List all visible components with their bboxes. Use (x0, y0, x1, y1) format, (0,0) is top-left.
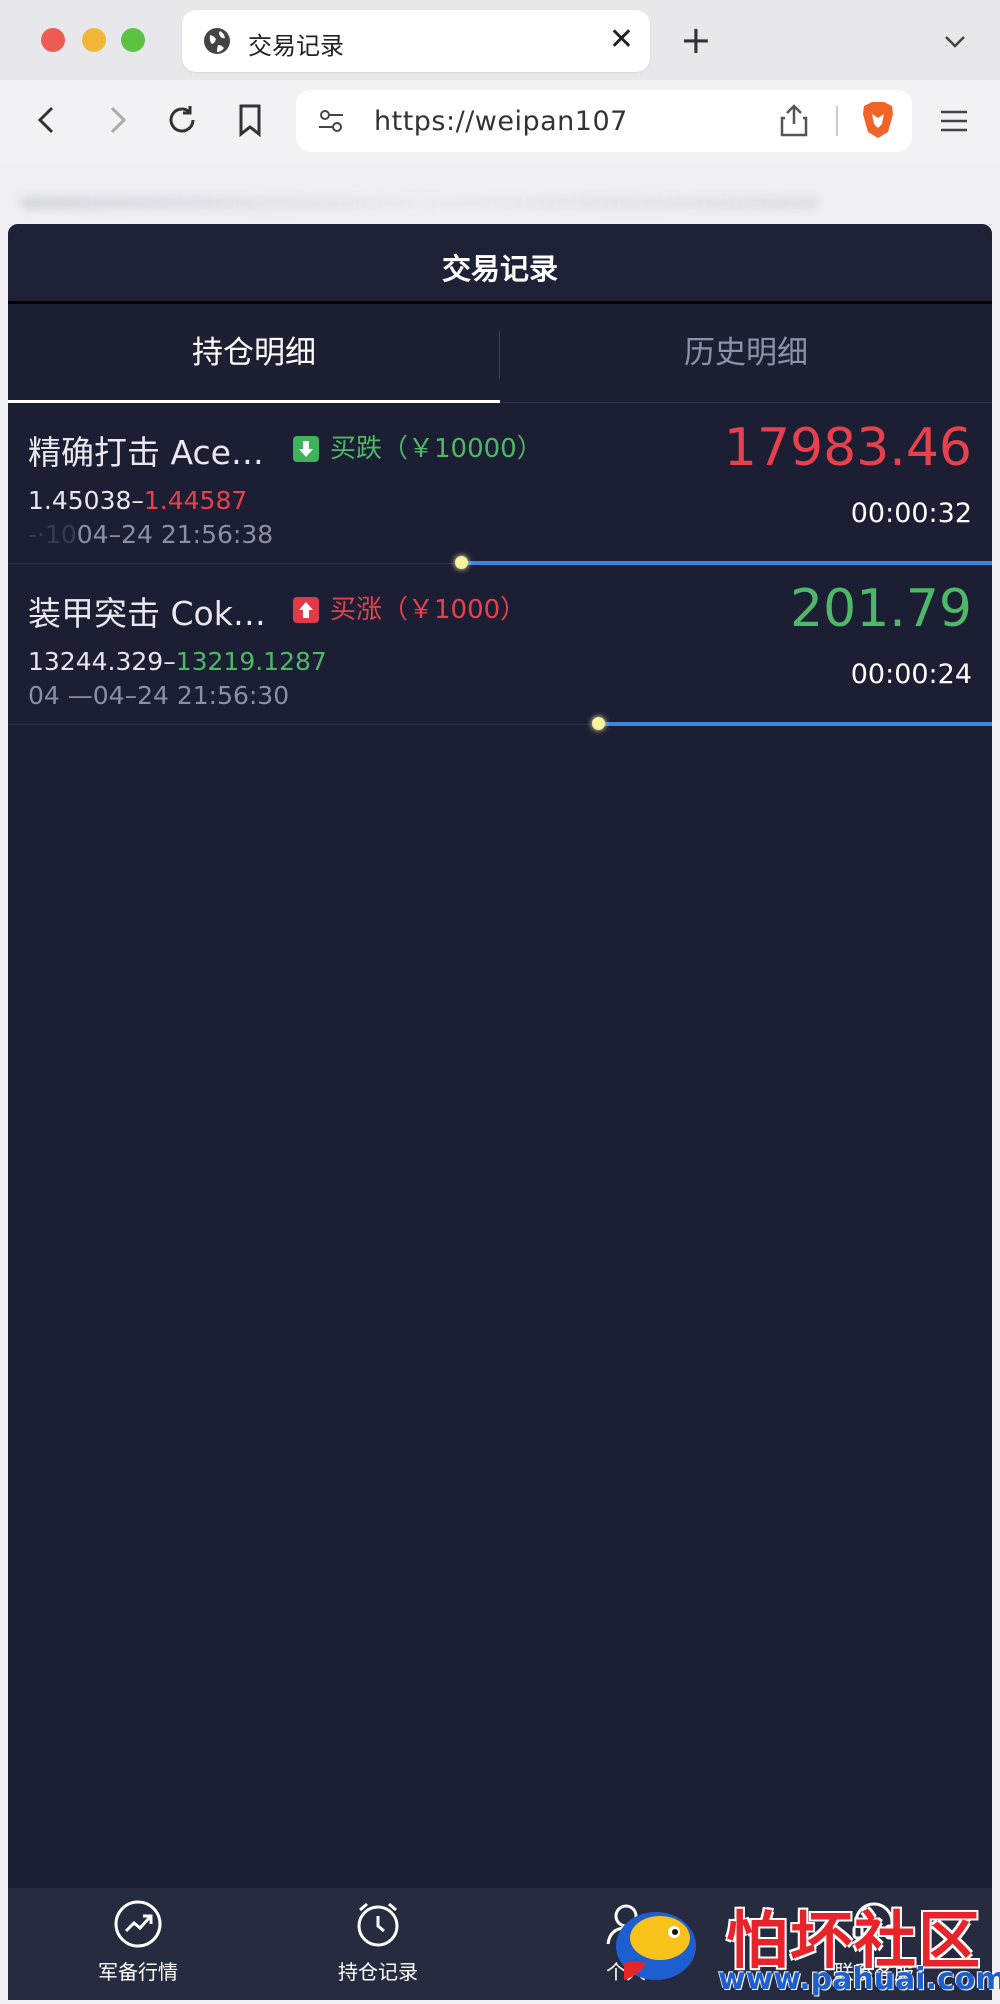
zoom-window-button[interactable] (121, 28, 145, 52)
fish-logo-icon (616, 1912, 696, 1980)
page-title: 交易记录 (441, 252, 558, 286)
blurred-bookmarks-bar (20, 196, 820, 210)
url-text[interactable]: https://weipan107 (374, 106, 628, 137)
forward-icon[interactable] (96, 100, 136, 140)
watermark: 怕坏社区 www.pahuai.com (600, 1890, 1000, 2004)
nav-market-label: 军备行情 (98, 1960, 178, 1984)
profit-value: 17983.46 (723, 418, 972, 478)
bookmark-icon[interactable] (230, 100, 270, 140)
nav-market[interactable]: 军备行情 (38, 1898, 238, 1998)
position-name: 精确打击 Ace… (28, 433, 264, 472)
tab-open-positions[interactable]: 持仓明细 (8, 307, 500, 403)
app-header: 交易记录 (8, 224, 992, 304)
tab-history[interactable]: 历史明细 (500, 307, 992, 403)
brave-shield-icon[interactable] (860, 100, 896, 140)
open-time-value: 04 —04–24 21:56:30 (28, 681, 290, 710)
open-time: 04 —04–24 21:56:30 (28, 681, 289, 710)
countdown-timer: 00:00:32 (850, 498, 972, 529)
trading-app: 交易记录 持仓明细 历史明细 精确打击 Ace… 买跌（￥10000） 1.45… (8, 224, 992, 2000)
alarm-clock-icon (357, 1902, 399, 1947)
hamburger-menu-icon[interactable] (938, 106, 970, 136)
reload-icon[interactable] (162, 100, 202, 140)
record-tabs: 持仓明细 历史明细 (8, 307, 992, 403)
share-icon[interactable] (778, 102, 810, 138)
countdown-progress-bar (598, 722, 992, 726)
open-time-prefix: -·10 (28, 520, 77, 549)
browser-tab-strip: 交易记录 ✕ + (0, 0, 1000, 80)
current-price: 13219.1287 (175, 647, 327, 676)
browser-toolbar: https://weipan107 (0, 80, 1000, 162)
position-name: 装甲突击 Cok… (28, 594, 266, 633)
browser-tab-active[interactable]: 交易记录 ✕ (182, 10, 650, 72)
open-price: 1.45038 (28, 486, 132, 515)
address-bar-divider (836, 106, 838, 136)
arrow-up-icon (293, 597, 319, 623)
price-separator: – (163, 647, 176, 676)
open-price: 13244.329 (28, 647, 164, 676)
chevron-down-icon[interactable] (940, 26, 970, 56)
back-icon[interactable] (28, 100, 68, 140)
price-range: 1.45038–1.44587 (28, 486, 247, 515)
open-time: -·1004–24 21:56:38 (28, 520, 273, 549)
minimize-window-button[interactable] (82, 28, 106, 52)
direction-label: 买跌（￥10000） (330, 434, 543, 464)
globe-icon (204, 28, 230, 54)
arrow-down-icon (293, 436, 319, 462)
direction-label: 买涨（￥1000） (330, 595, 527, 625)
trend-up-icon (114, 1900, 162, 1948)
price-separator: – (131, 486, 144, 515)
position-row[interactable]: 精确打击 Ace… 买跌（￥10000） 1.45038–1.44587 -·1… (8, 404, 992, 569)
watermark-url: www.pahuai.com (718, 1962, 1000, 1997)
address-bar[interactable]: https://weipan107 (296, 90, 912, 152)
current-price: 1.44587 (143, 486, 248, 515)
nav-positions-label: 持仓记录 (338, 1960, 418, 1984)
countdown-timer: 00:00:24 (850, 659, 972, 690)
price-range: 13244.329–13219.1287 (28, 647, 327, 676)
progress-dot (592, 717, 605, 730)
new-tab-icon[interactable]: + (680, 18, 712, 62)
site-settings-icon[interactable] (316, 106, 346, 136)
open-time-value: 04–24 21:56:38 (76, 520, 274, 549)
close-window-button[interactable] (41, 28, 65, 52)
close-tab-icon[interactable]: ✕ (609, 22, 634, 58)
profit-value: 201.79 (790, 579, 972, 639)
position-row[interactable]: 装甲突击 Cok… 买涨（￥1000） 13244.329–13219.1287… (8, 565, 992, 730)
tab-title: 交易记录 (248, 32, 344, 60)
nav-positions[interactable]: 持仓记录 (278, 1898, 478, 1998)
